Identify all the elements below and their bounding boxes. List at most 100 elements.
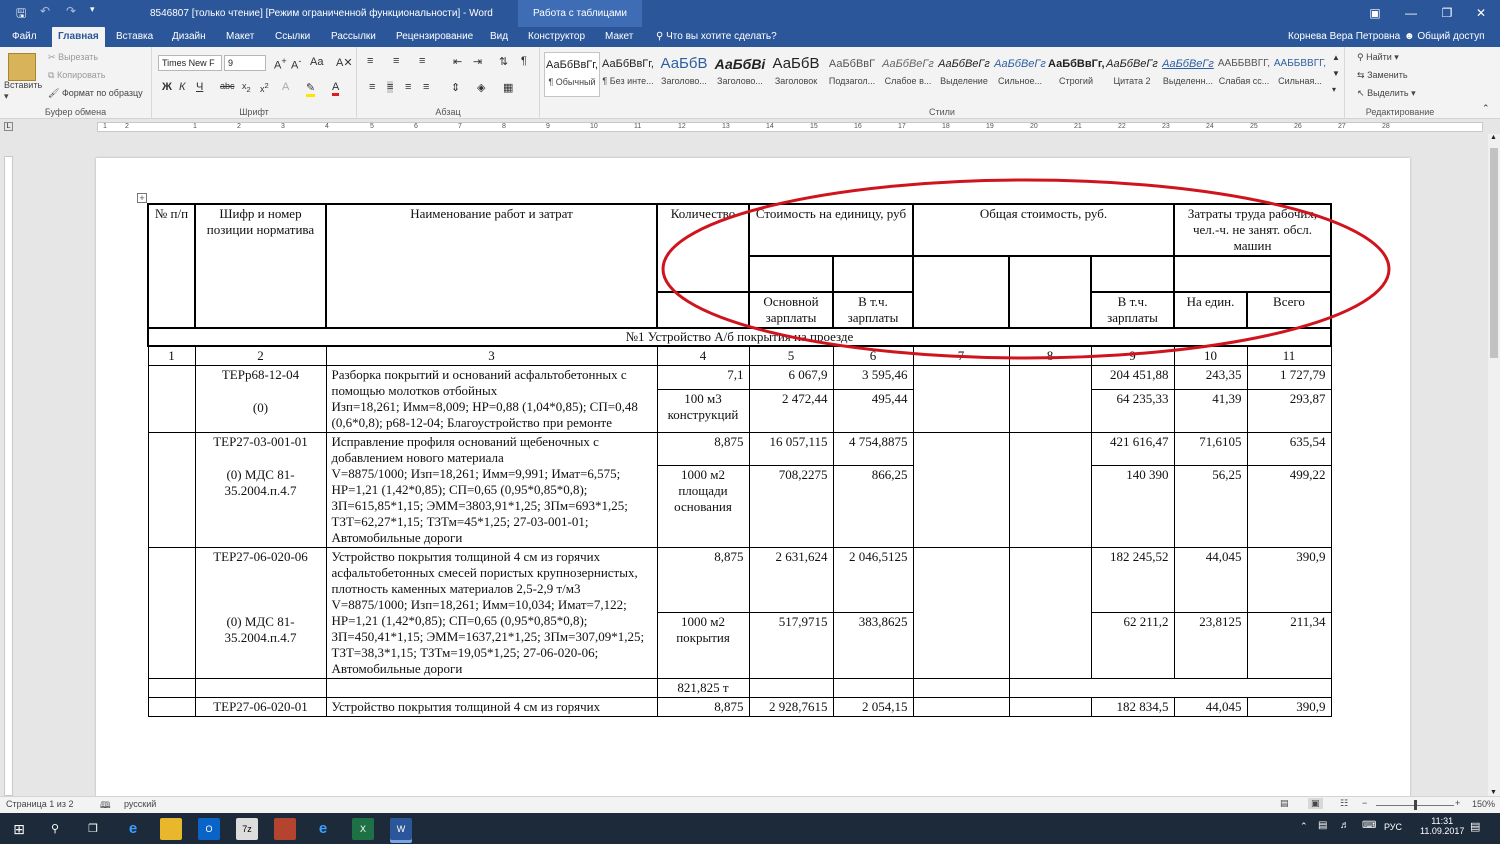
tab-file[interactable]: Файл xyxy=(6,27,43,47)
style-strong[interactable]: АаБбВвГг, Строгий xyxy=(1048,52,1104,97)
shrink-font-icon[interactable]: A- xyxy=(291,56,301,72)
undo-icon[interactable]: ↶ xyxy=(40,4,50,18)
minimize-button[interactable]: — xyxy=(1394,0,1428,27)
proofing-icon[interactable]: 🕮 xyxy=(100,798,111,814)
increase-indent-icon[interactable]: ⇥ xyxy=(473,55,482,68)
tab-insert[interactable]: Вставка xyxy=(110,27,159,47)
windows-start-icon[interactable]: ⊞ xyxy=(8,818,30,840)
sort-icon[interactable]: ⇅ xyxy=(499,55,508,68)
superscript-icon[interactable]: x2 xyxy=(260,81,269,94)
zoom-slider-thumb[interactable] xyxy=(1414,800,1417,810)
tab-design[interactable]: Дизайн xyxy=(166,27,212,47)
styles-more-icon[interactable]: ▾ xyxy=(1332,85,1336,94)
language-indicator[interactable]: русский xyxy=(124,799,156,809)
style-heading-2[interactable]: АаБбВі Заголово... xyxy=(712,52,768,97)
web-layout-icon[interactable]: ☷ xyxy=(1340,798,1348,809)
horizontal-ruler[interactable]: L 1 2 1 2 3 4 5 6 7 8 9 10 11 12 13 14 1… xyxy=(0,119,1500,134)
volume-icon[interactable]: ♬ xyxy=(1340,820,1350,831)
tab-table-design[interactable]: Конструктор xyxy=(522,27,591,47)
strikethrough-icon[interactable]: abc xyxy=(220,81,235,91)
print-layout-icon[interactable]: ▣ xyxy=(1308,798,1323,809)
scroll-down-icon[interactable]: ▼ xyxy=(1490,789,1497,796)
vertical-ruler[interactable] xyxy=(0,134,16,796)
tab-review[interactable]: Рецензирование xyxy=(390,27,479,47)
tab-mailings[interactable]: Рассылки xyxy=(325,27,382,47)
style-subtitle[interactable]: АаБбВвГ Подзагол... xyxy=(824,52,880,97)
copy-button[interactable]: ⧉ Копировать xyxy=(48,70,105,81)
align-center-icon[interactable]: ≡ xyxy=(387,81,394,93)
tell-me-search[interactable]: ⚲ Что вы хотите сделать? xyxy=(650,27,783,47)
keyboard-icon[interactable]: ⌨ xyxy=(1362,820,1376,831)
text-effects-icon[interactable]: A xyxy=(282,81,289,93)
show-hidden-icons[interactable]: ⌃ xyxy=(1300,821,1308,832)
font-name-box[interactable]: Times New F xyxy=(158,55,222,71)
justify-icon[interactable]: ≡ xyxy=(423,81,429,93)
decrease-indent-icon[interactable]: ⇤ xyxy=(453,55,462,68)
word-icon[interactable]: W xyxy=(390,818,412,840)
document-page[interactable]: + № п/п Шифр и номер позиции норматива Н… xyxy=(96,158,1410,796)
style-subtle-emphasis[interactable]: АаБбВеГг Слабое в... xyxy=(880,52,936,97)
file-explorer-icon[interactable] xyxy=(160,818,182,840)
excel-icon[interactable]: X xyxy=(352,818,374,840)
collapse-ribbon-icon[interactable]: ⌃ xyxy=(1482,103,1490,114)
internet-explorer-icon[interactable]: e xyxy=(312,818,334,840)
style-intense-emphasis[interactable]: АаБбВеГг Сильное... xyxy=(992,52,1048,97)
subscript-icon[interactable]: x2 xyxy=(242,81,251,94)
italic-icon[interactable]: К xyxy=(179,81,185,93)
numbering-icon[interactable]: ≡ xyxy=(393,55,399,67)
change-case-icon[interactable]: Aa xyxy=(310,56,323,68)
scroll-thumb[interactable] xyxy=(1490,148,1498,358)
read-mode-icon[interactable]: ▤ xyxy=(1280,798,1289,809)
style-emphasis[interactable]: АаБбВеГг Выделение xyxy=(936,52,992,97)
bold-icon[interactable]: Ж xyxy=(162,81,172,93)
clear-format-icon[interactable]: A✕ xyxy=(336,56,353,69)
zoom-out-icon[interactable]: − xyxy=(1362,798,1367,808)
table-move-handle[interactable]: + xyxy=(137,193,147,203)
style-quote-2[interactable]: АаБбВеГг Цитата 2 xyxy=(1104,52,1160,97)
input-language[interactable]: РУС xyxy=(1384,822,1402,832)
close-button[interactable]: ✕ xyxy=(1464,0,1498,27)
align-right-icon[interactable]: ≡ xyxy=(405,81,411,93)
tab-layout[interactable]: Макет xyxy=(220,27,260,47)
shading-icon[interactable]: ◈ xyxy=(477,81,485,94)
tab-table-layout[interactable]: Макет xyxy=(599,27,639,47)
vertical-scrollbar[interactable]: ▲ ▼ xyxy=(1488,134,1500,796)
style-heading-1[interactable]: АаБбВ Заголово... xyxy=(656,52,712,97)
grow-font-icon[interactable]: A+ xyxy=(274,56,287,72)
winrar-icon[interactable] xyxy=(274,818,296,840)
style-intense-quote[interactable]: АаБбВеГг Выделенн... xyxy=(1160,52,1216,97)
styles-scroll-up-icon[interactable]: ▲ xyxy=(1332,53,1340,62)
multilevel-list-icon[interactable]: ≡ xyxy=(419,55,425,67)
borders-icon[interactable]: ▦ xyxy=(503,81,513,94)
action-center-icon[interactable]: ▤ xyxy=(1470,820,1480,833)
search-icon[interactable]: ⚲ xyxy=(44,818,66,840)
cut-button[interactable]: ✂ Вырезать xyxy=(48,52,98,63)
style-title[interactable]: АаБбВ Заголовок xyxy=(768,52,824,97)
line-spacing-icon[interactable]: ⇕ xyxy=(451,81,460,94)
user-name[interactable]: Корнева Вера Петровна xyxy=(1282,27,1406,47)
select-button[interactable]: ↖ Выделить ▾ xyxy=(1357,88,1416,99)
format-painter-button[interactable]: 🖌 Формат по образцу xyxy=(48,88,143,99)
styles-scroll-down-icon[interactable]: ▼ xyxy=(1332,69,1340,78)
paste-dropdown-icon[interactable]: ▾ xyxy=(4,91,9,102)
save-icon[interactable]: 🖫 xyxy=(16,4,26,25)
style-normal[interactable]: АаБбВвГг, ¶ Обычный xyxy=(544,52,600,97)
style-subtle-reference[interactable]: ААББВВГГ, Слабая сс... xyxy=(1216,52,1272,97)
task-view-icon[interactable]: ❐ xyxy=(82,818,104,840)
quick-access-menu-icon[interactable]: ▾ xyxy=(90,4,95,15)
tab-references[interactable]: Ссылки xyxy=(269,27,316,47)
scroll-up-icon[interactable]: ▲ xyxy=(1490,134,1497,141)
style-intense-reference[interactable]: ААББВВГГ, Сильная... xyxy=(1272,52,1328,97)
network-icon[interactable]: ▤ xyxy=(1318,820,1327,831)
maximize-button[interactable]: ❐ xyxy=(1430,0,1464,27)
paste-button[interactable]: Вставить xyxy=(4,80,42,90)
underline-icon[interactable]: Ч xyxy=(196,81,203,93)
bullets-icon[interactable]: ≡ xyxy=(367,55,373,67)
find-button[interactable]: ⚲ Найти ▾ xyxy=(1357,52,1399,63)
edge-icon[interactable]: e xyxy=(122,818,144,840)
estimate-table[interactable]: № п/п Шифр и номер позиции норматива Наи… xyxy=(147,203,1332,717)
redo-icon[interactable]: ↷ xyxy=(66,4,76,18)
tab-view[interactable]: Вид xyxy=(484,27,514,47)
7zip-icon[interactable]: 7z xyxy=(236,818,258,840)
outlook-icon[interactable]: O xyxy=(198,818,220,840)
